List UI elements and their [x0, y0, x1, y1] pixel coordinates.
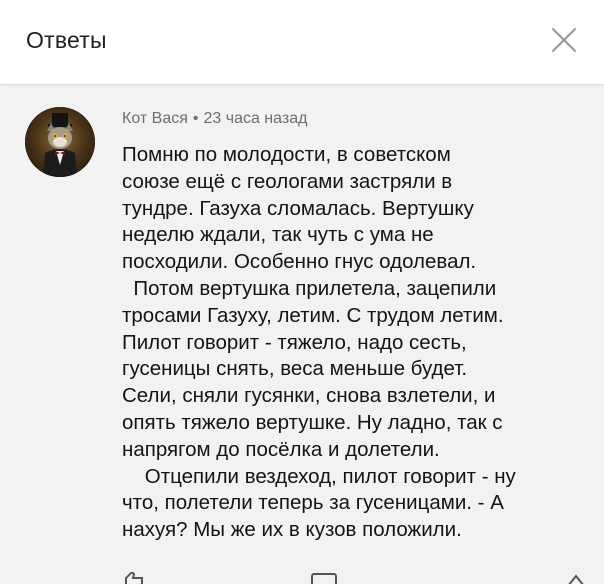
close-icon	[551, 27, 577, 53]
replies-panel: Ответы Кот Вася • 23 часа назад Помню по…	[0, 0, 604, 584]
comment-line: что, полетели теперь за гусеницами. - А	[122, 491, 504, 515]
comment-time: 23 часа назад	[203, 110, 308, 127]
like-icon[interactable]	[122, 572, 148, 584]
reply-icon[interactable]	[310, 572, 340, 584]
comment-line: Пилот говорит - тяжело, надо сесть,	[122, 330, 467, 354]
comment-line: тросами Газуху, летим. С трудом летим.	[122, 303, 504, 327]
comment-line: напрягом до посёлка и долетели.	[122, 437, 440, 461]
header-title: Ответы	[26, 27, 107, 53]
share-icon[interactable]	[564, 572, 588, 584]
comment-line: Помню по молодости, в советском	[122, 143, 451, 166]
author-avatar[interactable]	[25, 107, 95, 177]
replies-header: Ответы	[0, 0, 604, 85]
comment-line: посходили. Особенно гнус одолевал.	[122, 250, 477, 274]
meta-separator: •	[192, 110, 199, 127]
comment-line: неделю ждали, так чуть с ума не	[122, 223, 434, 247]
comment-line: тундре. Газуха сломалась. Вертушку	[122, 196, 474, 220]
cat-avatar-icon	[25, 107, 95, 177]
author-name[interactable]: Кот Вася	[122, 110, 188, 127]
comment-line: гусеницы снять, веса меньше будет.	[122, 357, 468, 381]
comment-line: Сели, сняли гусянки, снова взлетели, и	[122, 384, 496, 408]
comment-line: Потом вертушка прилетела, зацепили	[122, 276, 497, 300]
close-button[interactable]	[548, 24, 580, 56]
comment-line: нахуя? Мы же их в кузов положили.	[122, 518, 462, 542]
comment-text: Помню по молодости, в советском союзе ещ…	[122, 142, 582, 544]
comment-line: союзе ещё с геологами застряли в	[122, 169, 453, 193]
comment-line: Отцепили вездеход, пилот говорит - ну	[122, 464, 516, 488]
comment-line: опять тяжело вертушке. Ну ладно, так с	[122, 410, 503, 434]
comment-meta: Кот Вася • 23 часа назад	[122, 110, 307, 128]
comment-actions	[110, 572, 590, 584]
